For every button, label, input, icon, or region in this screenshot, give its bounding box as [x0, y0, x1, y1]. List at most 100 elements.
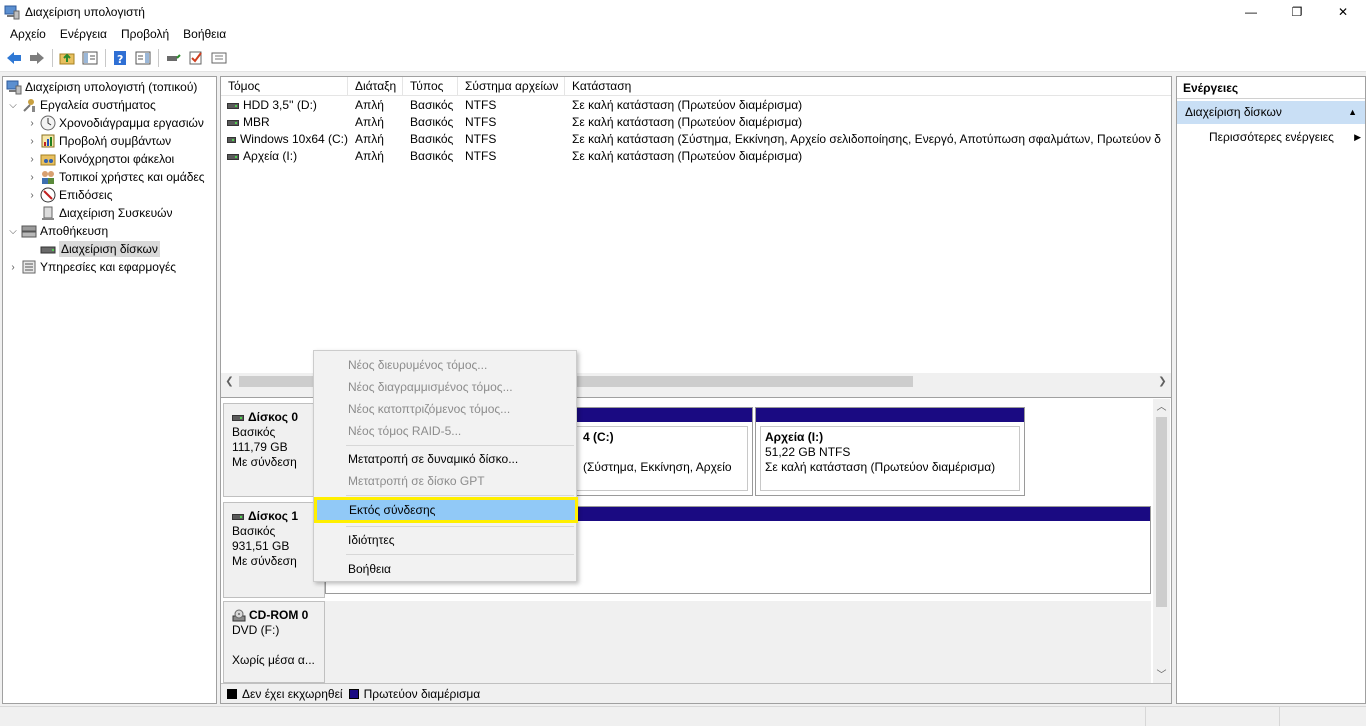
chevron-right-icon[interactable]: ›	[25, 118, 39, 129]
tree-item-disk-management[interactable]: Διαχείριση δίσκων	[39, 240, 160, 258]
column-header-filesystem[interactable]: Σύστημα αρχείων	[458, 77, 565, 96]
disk-type: Βασικός	[232, 524, 276, 538]
partition-status: Σε καλή κατάσταση (Πρωτεύον διαμέρισμα)	[765, 460, 996, 474]
close-button[interactable]: ✕	[1320, 0, 1366, 24]
menu-file[interactable]: Αρχείο	[3, 27, 53, 41]
cd-drive-icon	[232, 609, 246, 623]
menu-help[interactable]: Βοήθεια	[176, 27, 233, 41]
volume-row[interactable]: MBR Απλή Βασικός NTFS Σε καλή κατάσταση …	[221, 114, 1165, 131]
chevron-down-icon[interactable]: ⌵	[6, 100, 20, 111]
tree-label: Προβολή συμβάντων	[59, 134, 172, 148]
tree-item-task-scheduler[interactable]: › Χρονοδιάγραμμα εργασιών	[25, 114, 204, 132]
forward-arrow-icon[interactable]	[27, 48, 47, 68]
disk-status: Με σύνδεση	[232, 554, 297, 568]
collapse-up-icon[interactable]: ▲	[1348, 101, 1357, 124]
disk-0-label[interactable]: Δίσκος 0 Βασικός 111,79 GB Με σύνδεση	[223, 403, 325, 497]
toolbar: ?	[0, 44, 1366, 72]
column-header-volume[interactable]: Τόμος	[221, 77, 348, 96]
menu-separator	[346, 445, 574, 446]
volume-row[interactable]: Αρχεία (I:) Απλή Βασικός NTFS Σε καλή κα…	[221, 148, 1165, 165]
chevron-right-icon[interactable]: ›	[6, 262, 20, 273]
minimize-button[interactable]: —	[1228, 0, 1274, 24]
scroll-up-icon[interactable]: ︿	[1153, 399, 1170, 416]
status-bar	[0, 706, 1366, 726]
volume-type: Βασικός	[410, 98, 454, 112]
tree-item-storage[interactable]: ⌵ Αποθήκευση	[6, 222, 108, 240]
help-icon[interactable]: ?	[110, 48, 130, 68]
disk-icon	[232, 513, 244, 520]
menu-view[interactable]: Προβολή	[114, 27, 176, 41]
volume-layout: Απλή	[355, 115, 384, 129]
volume-row[interactable]: HDD 3,5'' (D:) Απλή Βασικός NTFS Σε καλή…	[221, 97, 1165, 114]
menu-item-new-striped-volume[interactable]: Νέος διαγραμμισμένος τόμος...	[316, 376, 574, 398]
back-arrow-icon[interactable]	[4, 48, 24, 68]
chevron-right-icon[interactable]: ›	[25, 190, 39, 201]
menu-item-new-raid5-volume[interactable]: Νέος τόμος RAID-5...	[316, 420, 574, 442]
more-actions-item[interactable]: Περισσότερες ενέργειες ▶	[1209, 127, 1361, 147]
services-icon	[21, 259, 37, 275]
menu-item-help[interactable]: Βοήθεια	[316, 558, 574, 580]
submenu-arrow-icon: ▶	[1354, 132, 1361, 142]
chevron-down-icon[interactable]: ⌵	[6, 226, 20, 237]
volume-layout: Απλή	[355, 132, 384, 146]
show-hide-tree-icon[interactable]	[80, 48, 100, 68]
chevron-right-icon[interactable]: ›	[25, 154, 39, 165]
partition-title: 4 (C:)	[583, 430, 614, 444]
volume-list-header: Τόμος Διάταξη Τύπος Σύστημα αρχείων Κατά…	[221, 77, 1171, 96]
actions-group-disk-management[interactable]: Διαχείριση δίσκων ▲	[1177, 101, 1365, 124]
tree-item-local-users[interactable]: › Τοπικοί χρήστες και ομάδες	[25, 168, 205, 186]
volume-layout: Απλή	[355, 149, 384, 163]
list-view-icon[interactable]	[209, 48, 229, 68]
column-header-type[interactable]: Τύπος	[403, 77, 458, 96]
disk-name: Δίσκος 0	[248, 410, 299, 424]
volume-filesystem: NTFS	[465, 149, 497, 163]
scroll-down-icon[interactable]: ﹀	[1153, 667, 1170, 684]
drive-icon	[227, 102, 239, 109]
menu-item-offline[interactable]: Εκτός σύνδεσης	[314, 497, 578, 523]
up-folder-icon[interactable]	[57, 48, 77, 68]
tree-item-system-tools[interactable]: ⌵ Εργαλεία συστήματος	[6, 96, 156, 114]
legend: Δεν έχει εκχωρηθεί Πρωτεύον διαμέρισμα	[221, 683, 1171, 703]
vertical-scrollbar[interactable]: ︿ ﹀	[1153, 399, 1170, 685]
scroll-right-icon[interactable]: ❯	[1154, 373, 1171, 390]
cdrom-status: Χωρίς μέσα α...	[232, 653, 315, 667]
menu-item-new-spanned-volume[interactable]: Νέος διευρυμένος τόμος...	[316, 354, 574, 376]
volume-row[interactable]: Windows 10x64 (C:) Απλή Βασικός NTFS Σε …	[221, 131, 1165, 148]
show-hide-action-pane-icon[interactable]	[133, 48, 153, 68]
menu-item-convert-gpt[interactable]: Μετατροπή σε δίσκο GPT	[316, 470, 574, 492]
check-properties-icon[interactable]	[186, 48, 206, 68]
volume-name: Αρχεία (I:)	[243, 149, 298, 163]
tree-item-shared-folders[interactable]: › Κοινόχρηστοι φάκελοι	[25, 150, 174, 168]
tree-item-performance[interactable]: › Επιδόσεις	[25, 186, 113, 204]
menu-item-new-mirrored-volume[interactable]: Νέος κατοπτριζόμενος τόμος...	[316, 398, 574, 420]
menu-item-properties[interactable]: Ιδιότητες	[316, 529, 574, 551]
disk-size: 931,51 GB	[232, 539, 290, 553]
partition-size: 51,22 GB NTFS	[765, 445, 851, 459]
tree-item-event-viewer[interactable]: › Προβολή συμβάντων	[25, 132, 171, 150]
drive-icon	[227, 136, 236, 143]
scrollbar-thumb[interactable]	[1156, 417, 1167, 607]
partition-archive-i[interactable]: Αρχεία (I:) 51,22 GB NTFS Σε καλή κατάστ…	[755, 407, 1025, 496]
tree-item-root[interactable]: Διαχείριση υπολογιστή (τοπικού)	[5, 78, 197, 96]
tree-label: Αποθήκευση	[40, 224, 109, 238]
menu-item-convert-dynamic[interactable]: Μετατροπή σε δυναμικό δίσκο...	[316, 448, 574, 470]
drive-icon	[227, 153, 239, 160]
scroll-left-icon[interactable]: ❮	[221, 373, 238, 390]
chevron-right-icon[interactable]: ›	[25, 172, 39, 183]
column-header-layout[interactable]: Διάταξη	[348, 77, 403, 96]
device-manager-icon	[40, 205, 56, 221]
volume-layout: Απλή	[355, 98, 384, 112]
column-header-status[interactable]: Κατάσταση	[565, 77, 1171, 96]
tree-item-device-manager[interactable]: Διαχείριση Συσκευών	[39, 204, 173, 222]
maximize-button[interactable]: ❐	[1274, 0, 1320, 24]
volume-type: Βασικός	[410, 149, 454, 163]
menu-action[interactable]: Ενέργεια	[53, 27, 114, 41]
status-segment	[1279, 707, 1366, 726]
menu-separator	[346, 526, 574, 527]
disk-1-label[interactable]: Δίσκος 1 Βασικός 931,51 GB Με σύνδεση	[223, 502, 325, 598]
disk-context-menu: Νέος διευρυμένος τόμος... Νέος διαγραμμι…	[313, 350, 578, 582]
cdrom-0-label[interactable]: CD-ROM 0 DVD (F:) Χωρίς μέσα α...	[223, 601, 325, 683]
chevron-right-icon[interactable]: ›	[25, 136, 39, 147]
connect-icon[interactable]	[163, 48, 183, 68]
tree-item-services-apps[interactable]: › Υπηρεσίες και εφαρμογές	[6, 258, 176, 276]
